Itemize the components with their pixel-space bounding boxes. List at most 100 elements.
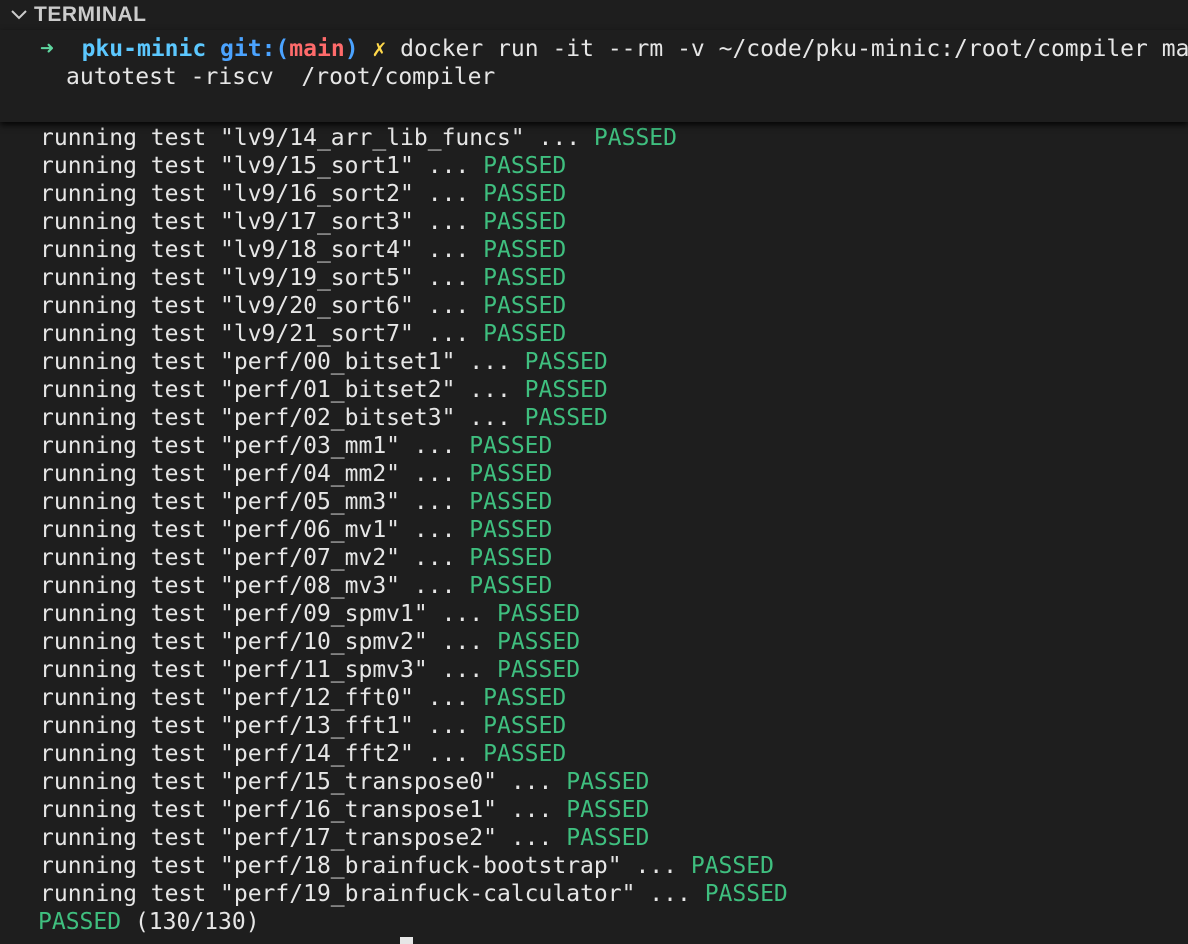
summary-count: (130/130): [121, 909, 260, 935]
test-prefix: running test: [40, 237, 221, 263]
test-name: "perf/00_bitset1": [220, 349, 456, 375]
terminal-panel-header[interactable]: TERMINAL: [0, 0, 1188, 30]
test-status: PASSED: [566, 825, 650, 851]
test-prefix: running test: [40, 209, 221, 235]
test-prefix: running test: [40, 825, 221, 851]
test-prefix: running test: [40, 461, 221, 487]
test-prefix: running test: [40, 713, 221, 739]
test-name: "perf/16_transpose1": [220, 797, 497, 823]
test-status: PASSED: [483, 265, 567, 291]
test-result-line: running test "perf/04_mm2" ... PASSED: [40, 460, 552, 488]
test-result-line: running test "perf/09_spmv1" ... PASSED: [40, 600, 580, 628]
prompt-cursor-line[interactable]: [400, 932, 413, 944]
test-result-line: running test "lv9/14_arr_lib_funcs" ... …: [40, 124, 677, 152]
summary-status: PASSED: [38, 909, 122, 935]
test-status: PASSED: [483, 293, 567, 319]
test-status: PASSED: [469, 517, 553, 543]
test-prefix: running test: [40, 769, 221, 795]
test-dots: ...: [455, 349, 525, 375]
test-dots: ...: [413, 209, 484, 235]
test-dots: ...: [413, 321, 484, 347]
test-status: PASSED: [469, 461, 553, 487]
test-result-line: running test "lv9/16_sort2" ... PASSED: [40, 180, 566, 208]
test-dots: ...: [413, 265, 484, 291]
command-text: docker run -it --rm -v ~/code/pku-minic:…: [400, 36, 1188, 62]
test-name: "perf/01_bitset2": [220, 377, 456, 403]
test-name: "lv9/16_sort2": [220, 181, 414, 207]
terminal-output[interactable]: running test "lv9/14_arr_lib_funcs" ... …: [0, 0, 1188, 944]
test-result-line: running test "lv9/19_sort5" ... PASSED: [40, 264, 566, 292]
test-name: "perf/12_fft0": [220, 685, 414, 711]
test-result-line: running test "perf/14_fft2" ... PASSED: [40, 740, 566, 768]
test-dots: ...: [455, 377, 525, 403]
test-name: "lv9/20_sort6": [220, 293, 414, 319]
prompt-directory: pku-minic: [81, 36, 207, 62]
test-result-line: running test "perf/19_brainfuck-calculat…: [40, 880, 788, 908]
test-result-line: running test "perf/16_transpose1" ... PA…: [40, 796, 649, 824]
test-status: PASSED: [496, 601, 581, 627]
test-dots: ...: [413, 741, 484, 767]
test-status: PASSED: [483, 209, 567, 235]
test-name: "lv9/19_sort5": [220, 265, 414, 291]
test-result-line: running test "perf/15_transpose0" ... PA…: [40, 768, 649, 796]
test-result-line: running test "perf/13_fft1" ... PASSED: [40, 712, 566, 740]
test-result-line: running test "perf/12_fft0" ... PASSED: [40, 684, 566, 712]
test-prefix: running test: [40, 405, 221, 431]
test-dots: ...: [455, 405, 525, 431]
test-prefix: running test: [40, 153, 221, 179]
test-status: PASSED: [469, 573, 553, 599]
test-dots: ...: [413, 237, 484, 263]
test-dots: ...: [496, 825, 567, 851]
test-prefix: running test: [40, 181, 221, 207]
test-result-line: running test "lv9/21_sort7" ... PASSED: [40, 320, 566, 348]
test-name: "lv9/14_arr_lib_funcs": [220, 125, 525, 151]
test-result-line: running test "perf/08_mv3" ... PASSED: [40, 572, 552, 600]
test-dots: ...: [427, 657, 497, 683]
test-status: PASSED: [483, 713, 567, 739]
test-prefix: running test: [40, 433, 221, 459]
test-name: "perf/11_spmv3": [220, 657, 428, 683]
test-dots: ...: [413, 685, 484, 711]
test-dots: ...: [413, 153, 484, 179]
test-name: "perf/06_mv1": [220, 517, 401, 543]
test-status: PASSED: [704, 881, 788, 907]
test-result-line: running test "perf/01_bitset2" ... PASSE…: [40, 376, 608, 404]
test-dots: ...: [413, 293, 484, 319]
test-prefix: running test: [40, 293, 221, 319]
test-result-line: running test "lv9/15_sort1" ... PASSED: [40, 152, 566, 180]
test-name: "perf/13_fft1": [220, 713, 414, 739]
test-prefix: running test: [40, 517, 221, 543]
panel-title: TERMINAL: [34, 3, 147, 26]
test-prefix: running test: [40, 265, 221, 291]
test-status: PASSED: [469, 433, 553, 459]
test-status: PASSED: [566, 797, 650, 823]
command-prompt-line: ➜ pku-minic git:(main) ✗ docker run -it …: [40, 35, 1188, 63]
test-result-line: running test "lv9/20_sort6" ... PASSED: [40, 292, 566, 320]
test-result-line: running test "perf/18_brainfuck-bootstra…: [40, 852, 774, 880]
test-status: PASSED: [566, 769, 650, 795]
test-dots: ...: [427, 601, 497, 627]
test-status: PASSED: [593, 125, 677, 151]
test-result-line: running test "perf/02_bitset3" ... PASSE…: [40, 404, 608, 432]
test-prefix: running test: [40, 125, 221, 151]
chevron-down-icon[interactable]: [4, 0, 34, 30]
test-result-line: running test "perf/07_mv2" ... PASSED: [40, 544, 552, 572]
test-result-line: running test "perf/00_bitset1" ... PASSE…: [40, 348, 608, 376]
test-dots: ...: [524, 125, 594, 151]
test-status: PASSED: [483, 321, 567, 347]
test-status: PASSED: [524, 405, 608, 431]
test-prefix: running test: [40, 685, 221, 711]
summary-line: PASSED (130/130): [38, 908, 260, 936]
test-dots: ...: [400, 545, 470, 571]
test-status: PASSED: [483, 741, 567, 767]
test-dots: ...: [400, 433, 470, 459]
test-status: PASSED: [496, 629, 581, 655]
test-dots: ...: [496, 797, 567, 823]
test-dots: ...: [400, 517, 470, 543]
test-name: "perf/09_spmv1": [220, 601, 428, 627]
test-dots: ...: [400, 573, 470, 599]
git-label-close: ): [344, 36, 359, 62]
test-name: "perf/04_mm2": [220, 461, 401, 487]
test-dots: ...: [496, 769, 567, 795]
test-result-line: running test "lv9/18_sort4" ... PASSED: [40, 236, 566, 264]
